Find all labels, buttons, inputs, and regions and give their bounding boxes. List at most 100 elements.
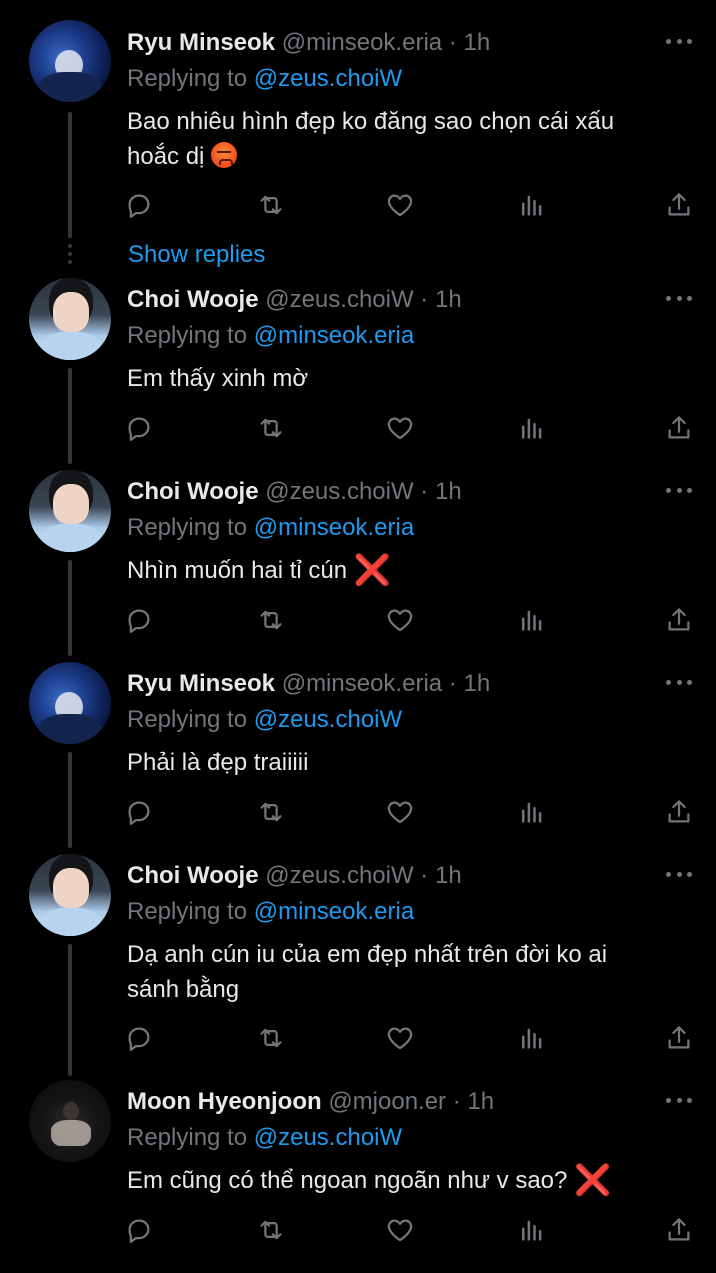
share-icon[interactable]: [664, 797, 694, 827]
display-name[interactable]: Choi Wooje: [127, 862, 259, 889]
replying-prefix: Replying to: [127, 898, 248, 925]
retweet-icon[interactable]: [256, 1215, 286, 1245]
display-name[interactable]: Choi Wooje: [127, 478, 259, 505]
retweet-icon[interactable]: [256, 413, 286, 443]
user-handle[interactable]: @zeus.choiW: [265, 478, 413, 505]
retweet-icon[interactable]: [256, 1023, 286, 1053]
action-bar: [124, 1023, 694, 1053]
retweet-icon[interactable]: [256, 190, 286, 220]
share-icon[interactable]: [664, 190, 694, 220]
heart-icon[interactable]: [385, 797, 415, 827]
views-icon[interactable]: [517, 797, 547, 827]
tweet-header: Ryu Minseok @minseok.eria · 1h: [127, 29, 490, 57]
replying-to-handle[interactable]: @minseok.eria: [254, 898, 414, 925]
action-bar: [124, 1215, 694, 1245]
views-icon[interactable]: [517, 605, 547, 635]
tweet-text: Em cũng có thể ngoan ngoãn như v sao? ❌: [127, 1163, 687, 1198]
user-handle[interactable]: @zeus.choiW: [265, 862, 413, 889]
reply-icon[interactable]: [124, 190, 154, 220]
separator: ·: [448, 670, 457, 697]
replying-prefix: Replying to: [127, 1124, 248, 1151]
thread-line: [68, 368, 72, 464]
more-icon[interactable]: [666, 870, 692, 878]
action-bar: [124, 605, 694, 635]
views-icon[interactable]: [517, 413, 547, 443]
user-handle[interactable]: @mjoon.er: [328, 1088, 446, 1115]
tweet-text-line: Em thấy xinh mờ: [127, 365, 309, 392]
avatar[interactable]: [29, 470, 111, 552]
thread-line: [68, 112, 72, 238]
timestamp[interactable]: 1h: [435, 478, 462, 505]
separator: ·: [420, 286, 429, 313]
user-handle[interactable]: @minseok.eria: [282, 29, 442, 56]
separator: ·: [420, 862, 429, 889]
replying-to-handle[interactable]: @zeus.choiW: [254, 1124, 402, 1151]
tweet-text-line: Phải là đẹp traiiiii: [127, 749, 309, 776]
share-icon[interactable]: [664, 605, 694, 635]
reply-icon[interactable]: [124, 413, 154, 443]
tweet-text-line: sánh bằng: [127, 976, 240, 1003]
timestamp[interactable]: 1h: [435, 286, 462, 313]
tweet-text: Bao nhiêu hình đẹp ko đăng sao chọn cái …: [127, 104, 687, 174]
avatar[interactable]: [29, 20, 111, 102]
display-name[interactable]: Moon Hyeonjoon: [127, 1088, 322, 1115]
share-icon[interactable]: [664, 1023, 694, 1053]
timestamp[interactable]: 1h: [463, 29, 490, 56]
heart-icon[interactable]: [385, 190, 415, 220]
display-name[interactable]: Ryu Minseok: [127, 670, 275, 697]
more-icon[interactable]: [666, 37, 692, 45]
tweet-header: Choi Wooje @zeus.choiW · 1h: [127, 286, 462, 314]
replying-to-handle[interactable]: @zeus.choiW: [254, 65, 402, 92]
tweet-text: Phải là đẹp traiiiii: [127, 745, 687, 780]
share-icon[interactable]: [664, 413, 694, 443]
tweet-text: Dạ anh cún iu của em đẹp nhất trên đời k…: [127, 937, 687, 1007]
heart-icon[interactable]: [385, 1215, 415, 1245]
replying-to: Replying to @zeus.choiW: [127, 1124, 402, 1152]
reply-icon[interactable]: [124, 797, 154, 827]
avatar[interactable]: [29, 1080, 111, 1162]
user-handle[interactable]: @zeus.choiW: [265, 286, 413, 313]
tweet-header: Choi Wooje @zeus.choiW · 1h: [127, 478, 462, 506]
more-icon[interactable]: [666, 678, 692, 686]
replying-to: Replying to @minseok.eria: [127, 898, 414, 926]
avatar[interactable]: [29, 854, 111, 936]
heart-icon[interactable]: [385, 413, 415, 443]
heart-icon[interactable]: [385, 1023, 415, 1053]
tweet-text-line: Em cũng có thể ngoan ngoãn như v sao?: [127, 1167, 568, 1194]
user-handle[interactable]: @minseok.eria: [282, 670, 442, 697]
replying-to: Replying to @zeus.choiW: [127, 65, 402, 93]
timestamp[interactable]: 1h: [463, 670, 490, 697]
show-replies-link[interactable]: Show replies: [128, 241, 265, 269]
reply-icon[interactable]: [124, 1023, 154, 1053]
retweet-icon[interactable]: [256, 605, 286, 635]
cross-mark-icon: ❌: [574, 1164, 612, 1197]
replying-to: Replying to @minseok.eria: [127, 322, 414, 350]
display-name[interactable]: Choi Wooje: [127, 286, 259, 313]
replying-to-handle[interactable]: @minseok.eria: [254, 322, 414, 349]
views-icon[interactable]: [517, 190, 547, 220]
share-icon[interactable]: [664, 1215, 694, 1245]
retweet-icon[interactable]: [256, 797, 286, 827]
timestamp[interactable]: 1h: [435, 862, 462, 889]
more-icon[interactable]: [666, 486, 692, 494]
display-name[interactable]: Ryu Minseok: [127, 29, 275, 56]
replying-prefix: Replying to: [127, 65, 248, 92]
timestamp[interactable]: 1h: [467, 1088, 494, 1115]
avatar[interactable]: [29, 662, 111, 744]
heart-icon[interactable]: [385, 605, 415, 635]
replying-to-handle[interactable]: @minseok.eria: [254, 514, 414, 541]
reply-icon[interactable]: [124, 1215, 154, 1245]
avatar[interactable]: [29, 278, 111, 360]
tweet-header: Ryu Minseok @minseok.eria · 1h: [127, 670, 490, 698]
tweet-text: Em thấy xinh mờ: [127, 361, 687, 396]
tweet-text-line: Dạ anh cún iu của em đẹp nhất trên đời k…: [127, 941, 608, 968]
views-icon[interactable]: [517, 1215, 547, 1245]
views-icon[interactable]: [517, 1023, 547, 1053]
reply-icon[interactable]: [124, 605, 154, 635]
replying-to-handle[interactable]: @zeus.choiW: [254, 706, 402, 733]
tweet-text-line: Nhìn muốn hai tỉ cún: [127, 557, 348, 584]
more-icon[interactable]: [666, 294, 692, 302]
thread-dots: [68, 244, 72, 264]
more-icon[interactable]: [666, 1096, 692, 1104]
tweet-text: Nhìn muốn hai tỉ cún ❌: [127, 553, 687, 588]
